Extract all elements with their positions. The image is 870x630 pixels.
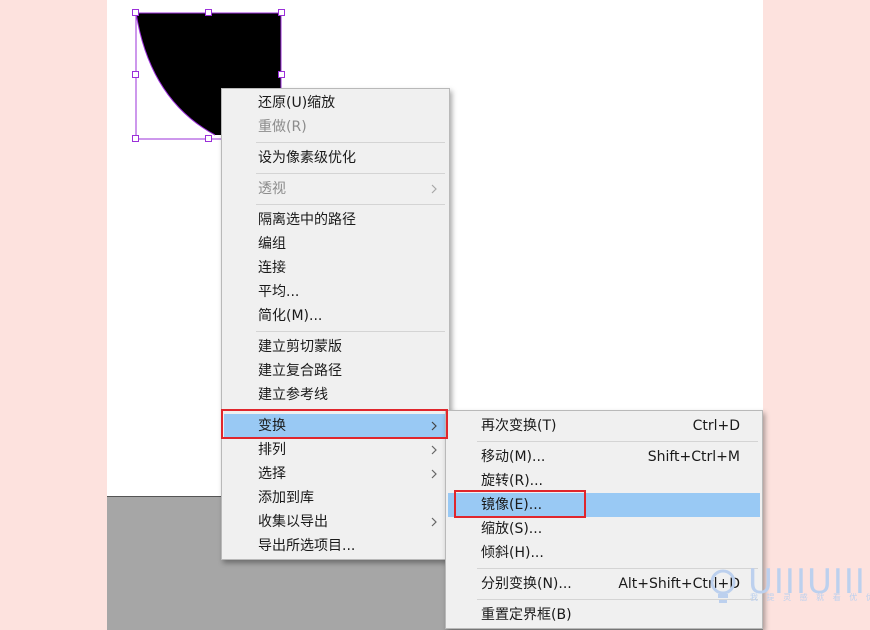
menu-item-label: 重置定界框(B)	[481, 607, 572, 623]
menu-item-isolate-path[interactable]: 隔离选中的路径	[224, 208, 447, 232]
chevron-right-icon	[431, 469, 437, 479]
submenu-item-rotate[interactable]: 旋转(R)...	[448, 469, 760, 493]
menu-item-label: 连接	[258, 260, 286, 276]
menu-item-add-to-library[interactable]: 添加到库	[224, 486, 447, 510]
chevron-right-icon	[431, 184, 437, 194]
menu-item-label: 收集以导出	[258, 514, 328, 530]
menu-separator	[256, 204, 445, 205]
menu-item-pixel-optimize[interactable]: 设为像素级优化	[224, 146, 447, 170]
chevron-right-icon	[431, 421, 437, 431]
menu-item-average[interactable]: 平均...	[224, 280, 447, 304]
menu-item-label: 平均...	[258, 284, 300, 300]
chevron-right-icon	[431, 517, 437, 527]
menu-item-label: 重做(R)	[258, 119, 307, 135]
lightbulb-icon	[710, 569, 736, 603]
menu-item-group[interactable]: 编组	[224, 232, 447, 256]
menu-item-redo: 重做(R)	[224, 115, 447, 139]
menu-item-transform[interactable]: 变换	[224, 414, 447, 438]
context-menu: 还原(U)缩放 重做(R) 设为像素级优化 透视 隔离选中的路径 编组 连接 平…	[221, 88, 450, 560]
submenu-item-move[interactable]: 移动(M)... Shift+Ctrl+M	[448, 445, 760, 469]
menu-item-join[interactable]: 连接	[224, 256, 447, 280]
menu-item-label: 还原(U)缩放	[258, 95, 336, 111]
menu-item-simplify[interactable]: 简化(M)...	[224, 304, 447, 328]
menu-item-label: 建立复合路径	[258, 363, 342, 379]
menu-item-label: 添加到库	[258, 490, 314, 506]
menu-item-label: 排列	[258, 442, 286, 458]
chevron-right-icon	[431, 445, 437, 455]
menu-separator	[256, 410, 445, 411]
menu-separator	[477, 441, 758, 442]
menu-item-compound-path[interactable]: 建立复合路径	[224, 359, 447, 383]
menu-item-label: 再次变换(T)	[481, 418, 557, 434]
menu-item-label: 倾斜(H)...	[481, 545, 544, 561]
menu-item-export-selection[interactable]: 导出所选项目...	[224, 534, 447, 558]
menu-item-label: 旋转(R)...	[481, 473, 544, 489]
menu-item-label: 建立剪切蒙版	[258, 339, 342, 355]
menu-item-label: 建立参考线	[258, 387, 328, 403]
menu-item-perspective: 透视	[224, 177, 447, 201]
menu-item-undo-zoom[interactable]: 还原(U)缩放	[224, 91, 447, 115]
menu-item-label: 镜像(E)...	[481, 497, 543, 513]
menu-item-label: 导出所选项目...	[258, 538, 356, 554]
submenu-item-scale[interactable]: 缩放(S)...	[448, 517, 760, 541]
submenu-item-reflect[interactable]: 镜像(E)...	[448, 493, 760, 517]
menu-item-label: 编组	[258, 236, 286, 252]
shortcut-label: Ctrl+D	[692, 418, 740, 434]
menu-item-label: 透视	[258, 181, 286, 197]
menu-item-label: 简化(M)...	[258, 308, 323, 324]
watermark: UIIIUIII 我 提 灵 感 就 看 优 优	[706, 562, 870, 612]
menu-item-label: 隔离选中的路径	[258, 212, 356, 228]
shortcut-label: Shift+Ctrl+M	[647, 449, 740, 465]
menu-separator	[256, 173, 445, 174]
menu-item-label: 选择	[258, 466, 286, 482]
menu-separator	[256, 331, 445, 332]
menu-item-label: 缩放(S)...	[481, 521, 543, 537]
menu-item-arrange[interactable]: 排列	[224, 438, 447, 462]
menu-item-label: 设为像素级优化	[258, 150, 356, 166]
menu-item-label: 变换	[258, 418, 286, 434]
menu-item-label: 移动(M)...	[481, 449, 546, 465]
menu-item-label: 分别变换(N)...	[481, 576, 572, 592]
menu-item-collect-for-export[interactable]: 收集以导出	[224, 510, 447, 534]
menu-item-clipping-mask[interactable]: 建立剪切蒙版	[224, 335, 447, 359]
watermark-tagline: 我 提 灵 感 就 看 优 优	[750, 593, 870, 602]
menu-separator	[256, 142, 445, 143]
menu-item-make-guides[interactable]: 建立参考线	[224, 383, 447, 407]
menu-item-select[interactable]: 选择	[224, 462, 447, 486]
submenu-item-transform-again[interactable]: 再次变换(T) Ctrl+D	[448, 414, 760, 438]
